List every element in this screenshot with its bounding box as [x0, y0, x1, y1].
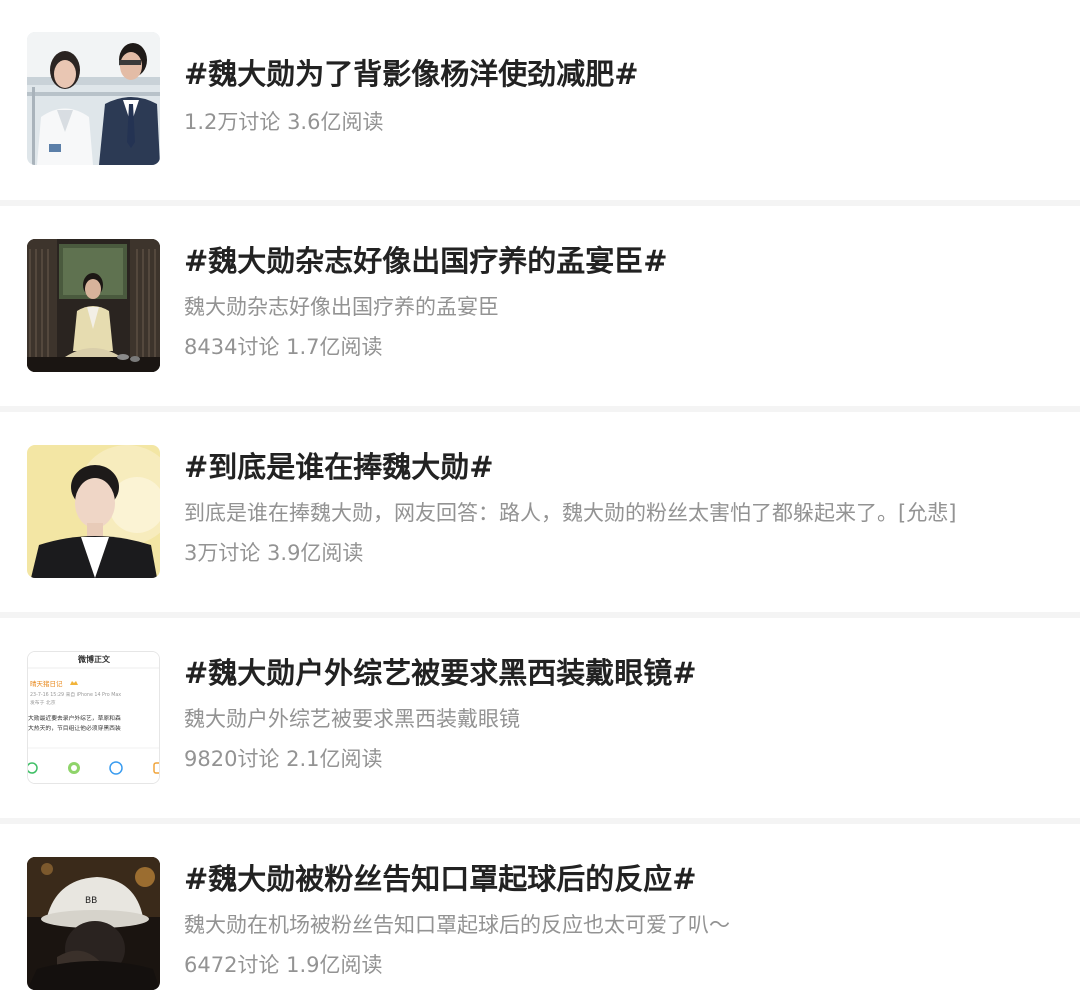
photo-two-people-hospital — [27, 32, 160, 165]
topic-title[interactable]: #魏大勋为了背影像杨洋使劲减肥# — [184, 56, 639, 92]
topic-stats: 3万讨论 3.9亿阅读 — [184, 541, 364, 565]
photo-man-bucket-hat-airport: BB — [27, 857, 160, 990]
topic-description: 魏大勋户外综艺被要求黑西装戴眼镜 — [184, 707, 520, 731]
thumb-meta2-text: 发布于 北京 — [30, 699, 56, 706]
topic-item[interactable]: 微博正文 晴天猪日记 23-7-16 15:29 来自 iPhone 14 Pr… — [0, 618, 1080, 818]
topic-stats: 8434讨论 1.7亿阅读 — [184, 335, 383, 359]
topic-stats: 1.2万讨论 3.6亿阅读 — [184, 110, 384, 134]
topic-thumbnail[interactable] — [27, 445, 160, 578]
topic-stats: 9820讨论 2.1亿阅读 — [184, 747, 383, 771]
screenshot-weibo-post: 微博正文 晴天猪日记 23-7-16 15:29 来自 iPhone 14 Pr… — [28, 652, 159, 783]
thumb-user-text: 晴天猪日记 — [30, 679, 63, 688]
topic-thumbnail[interactable] — [27, 32, 160, 165]
thumb-header-text: 微博正文 — [77, 654, 111, 664]
topic-item[interactable]: #魏大勋为了背影像杨洋使劲减肥# 1.2万讨论 3.6亿阅读 — [0, 0, 1080, 200]
thumb-line1-text: 大勋最近要去录户外综艺，草原和森 — [28, 714, 121, 722]
topic-item[interactable]: #到底是谁在捧魏大勋# 到底是谁在捧魏大勋，网友回答：路人，魏大勋的粉丝太害怕了… — [0, 412, 1080, 612]
topic-description: 魏大勋在机场被粉丝告知口罩起球后的反应也太可爱了叭～ — [184, 913, 730, 937]
topic-description: 到底是谁在捧魏大勋，网友回答：路人，魏大勋的粉丝太害怕了都躲起来了。[允悲] — [184, 501, 957, 525]
topic-title[interactable]: #魏大勋被粉丝告知口罩起球后的反应# — [184, 861, 697, 897]
topic-item[interactable]: BB #魏大勋被粉丝告知口罩起球后的反应# 魏大勋在机场被粉丝告知口罩起球后的反… — [0, 824, 1080, 1007]
topic-item[interactable]: #魏大勋杂志好像出国疗养的孟宴臣# 魏大勋杂志好像出国疗养的孟宴臣 8434讨论… — [0, 206, 1080, 406]
topic-title[interactable]: #魏大勋杂志好像出国疗养的孟宴臣# — [184, 243, 668, 279]
topic-description: 魏大勋杂志好像出国疗养的孟宴臣 — [184, 295, 499, 319]
hat-logo: BB — [85, 896, 97, 906]
topic-list: #魏大勋为了背影像杨洋使劲减肥# 1.2万讨论 3.6亿阅读 #魏大勋杂志好像出… — [0, 0, 1080, 1007]
topic-thumbnail[interactable]: 微博正文 晴天猪日记 23-7-16 15:29 来自 iPhone 14 Pr… — [27, 651, 160, 784]
thumb-line2-text: 大热天的，节目组让他必须穿黑西装 — [28, 724, 121, 732]
thumb-meta-text: 23-7-16 15:29 来自 iPhone 14 Pro Max — [30, 691, 121, 698]
topic-stats: 6472讨论 1.9亿阅读 — [184, 953, 383, 977]
topic-title[interactable]: #魏大勋户外综艺被要求黑西装戴眼镜# — [184, 655, 697, 691]
photo-man-sitting-room — [27, 239, 160, 372]
topic-thumbnail[interactable]: BB — [27, 857, 160, 990]
topic-title[interactable]: #到底是谁在捧魏大勋# — [184, 449, 494, 485]
topic-thumbnail[interactable] — [27, 239, 160, 372]
photo-man-portrait-yellow — [27, 445, 160, 578]
